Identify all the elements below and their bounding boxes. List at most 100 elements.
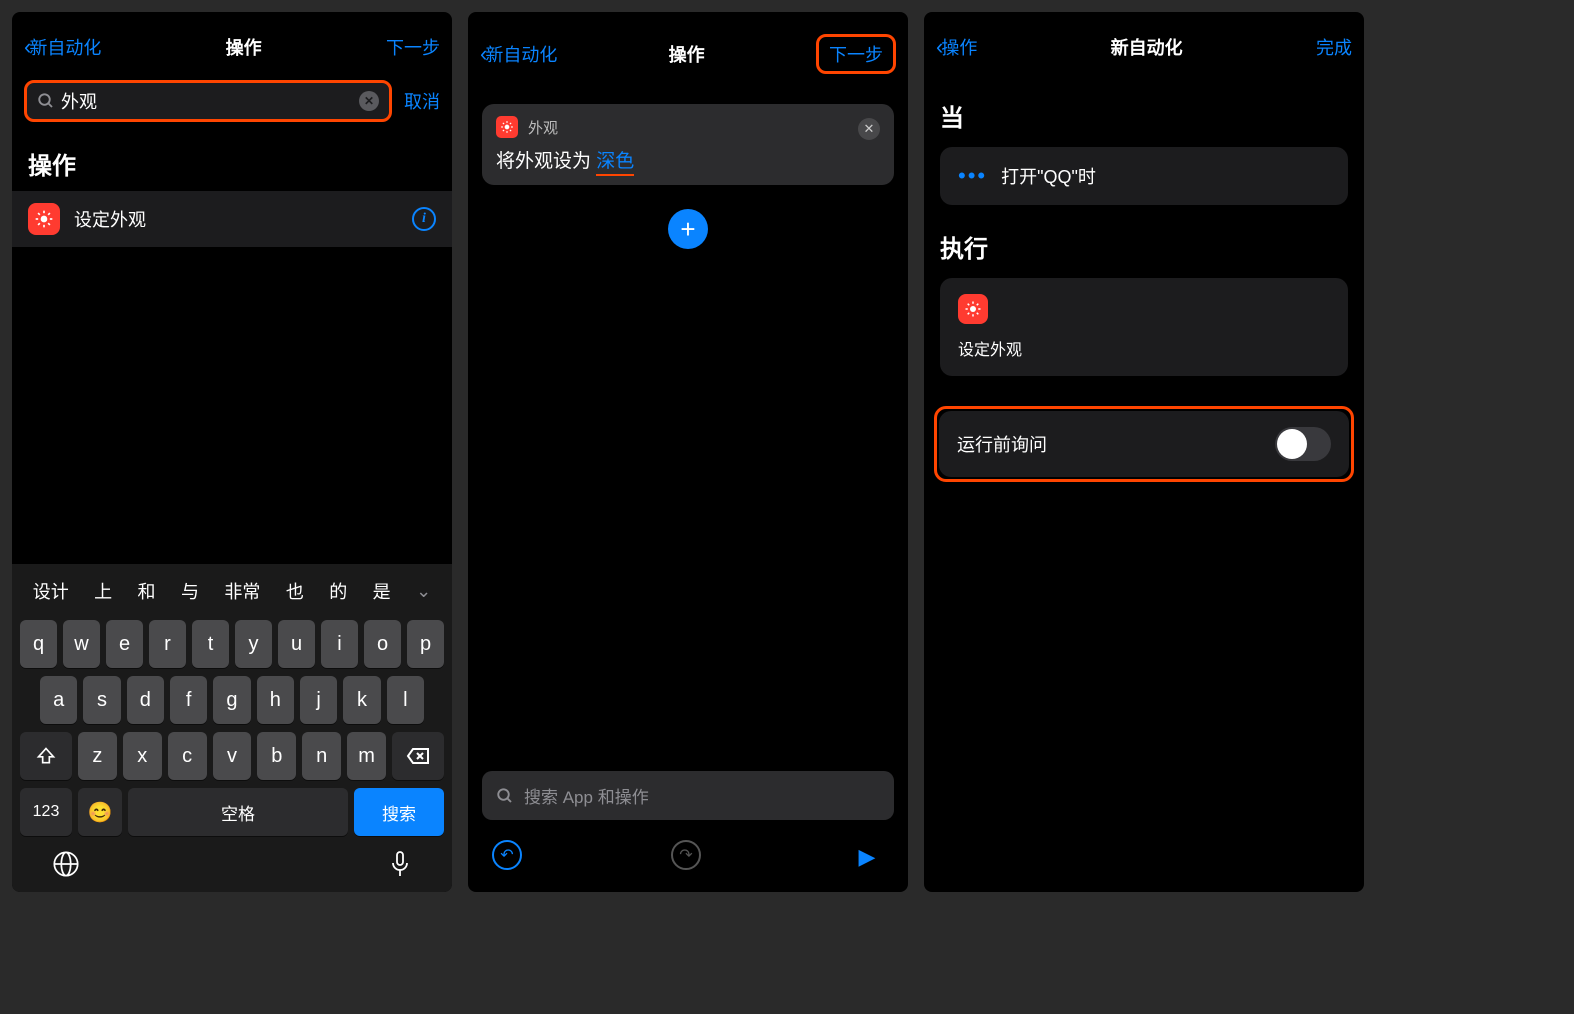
keyboard: 设计 上 和 与 非常 也 的 是 ⌄ q w e r t y u i o p … [12,564,452,892]
suggestion[interactable]: 与 [181,578,199,604]
key-k[interactable]: k [343,676,380,724]
nav-title: 操作 [669,41,705,67]
do-section: 执行 设定外观 [924,205,1364,376]
nav-back-button[interactable]: ‹ 操作 [936,34,977,60]
nav-bar: ‹ 新自动化 操作 下一步 [12,12,452,74]
nav-title: 新自动化 [1111,34,1183,60]
key-space[interactable]: 空格 [128,788,348,836]
when-header: 当 [940,74,1348,147]
key-m[interactable]: m [347,732,386,780]
when-section: 当 ••• 打开"QQ"时 [924,74,1364,205]
key-r[interactable]: r [149,620,186,668]
key-numbers[interactable]: 123 [20,788,72,836]
suggestion[interactable]: 非常 [224,578,260,604]
key-s[interactable]: s [83,676,120,724]
action-card-title: 外观 [528,117,558,138]
nav-bar: ‹ 新自动化 操作 下一步 [468,12,908,88]
action-body-text: 将外观设为 [496,151,596,172]
key-j[interactable]: j [300,676,337,724]
key-a[interactable]: a [40,676,77,724]
search-icon [496,787,514,805]
key-g[interactable]: g [213,676,250,724]
nav-back-button[interactable]: ‹ 新自动化 [480,41,557,67]
key-shift[interactable] [20,732,72,780]
when-trigger-label: 打开"QQ"时 [1001,163,1096,189]
info-icon[interactable]: i [412,207,436,231]
search-cancel-button[interactable]: 取消 [404,88,440,114]
key-z[interactable]: z [78,732,117,780]
globe-icon[interactable] [52,850,80,878]
appearance-icon [496,116,518,138]
do-action-label: 设定外观 [958,336,1330,360]
suggestion[interactable]: 是 [373,578,391,604]
key-n[interactable]: n [302,732,341,780]
keyboard-row-4: 123 😊 空格 搜索 [16,784,448,840]
key-y[interactable]: y [235,620,272,668]
mic-icon[interactable] [388,850,412,878]
key-c[interactable]: c [168,732,207,780]
ask-before-running-toggle[interactable] [1275,427,1331,461]
close-icon[interactable]: ✕ [858,118,880,140]
nav-back-button[interactable]: ‹ 新自动化 [24,34,101,60]
nav-bar: ‹ 操作 新自动化 完成 [924,12,1364,74]
action-card-header: 外观 [496,116,880,138]
action-parameter[interactable]: 深色 [596,151,634,176]
search-value: 外观 [61,88,359,114]
redo-icon: ↷ [671,840,701,870]
key-o[interactable]: o [364,620,401,668]
ask-before-running-row: 运行前询问 [939,411,1349,477]
screen-1-actions-search: ‹ 新自动化 操作 下一步 外观 ✕ 取消 操作 设定外观 i 设计 上 和 与… [12,12,452,892]
key-x[interactable]: x [123,732,162,780]
appearance-icon [958,294,988,324]
key-q[interactable]: q [20,620,57,668]
suggestion[interactable]: 的 [329,578,347,604]
key-emoji[interactable]: 😊 [78,788,122,836]
play-icon[interactable]: ▶ [850,840,884,874]
undo-icon[interactable]: ↶ [492,840,522,870]
chevron-down-icon[interactable]: ⌄ [416,581,431,602]
keyboard-row-2: a s d f g h j k l [16,672,448,728]
do-action-row[interactable]: 设定外观 [940,278,1348,376]
nav-next-button[interactable]: 下一步 [386,34,440,60]
suggestion[interactable]: 上 [94,578,112,604]
key-b[interactable]: b [257,732,296,780]
ask-before-running-highlight: 运行前询问 [934,406,1354,482]
key-i[interactable]: i [321,620,358,668]
toolbar: ↶ ↷ ▶ [468,830,908,892]
ellipsis-icon: ••• [958,163,987,189]
key-delete[interactable] [392,732,444,780]
screen-2-action-editor: ‹ 新自动化 操作 下一步 外观 ✕ 将外观设为 深色 + 搜索 App 和操作… [468,12,908,892]
search-actions-input[interactable]: 搜索 App 和操作 [482,771,894,820]
suggestion[interactable]: 设计 [33,578,69,604]
action-label: 设定外观 [74,206,398,232]
action-card-body: 将外观设为 深色 [496,146,880,173]
clear-icon[interactable]: ✕ [359,91,379,111]
key-f[interactable]: f [170,676,207,724]
nav-done-button[interactable]: 完成 [1316,34,1352,60]
suggestion[interactable]: 和 [138,578,156,604]
suggestion[interactable]: 也 [286,578,304,604]
add-action-button[interactable]: + [668,209,708,249]
action-row-set-appearance[interactable]: 设定外观 i [12,191,452,247]
key-w[interactable]: w [63,620,100,668]
search-icon [37,92,55,110]
appearance-icon [28,203,60,235]
key-h[interactable]: h [257,676,294,724]
when-trigger-row[interactable]: ••• 打开"QQ"时 [940,147,1348,205]
search-input[interactable]: 外观 ✕ [24,80,392,122]
nav-next-button[interactable]: 下一步 [816,34,896,74]
search-placeholder: 搜索 App 和操作 [524,783,649,808]
key-d[interactable]: d [127,676,164,724]
keyboard-row-3: z x c v b n m [16,728,448,784]
action-card[interactable]: 外观 ✕ 将外观设为 深色 [482,104,894,185]
key-search[interactable]: 搜索 [354,788,444,836]
key-u[interactable]: u [278,620,315,668]
key-l[interactable]: l [387,676,424,724]
section-header: 操作 [12,132,452,191]
key-t[interactable]: t [192,620,229,668]
suggestion-bar: 设计 上 和 与 非常 也 的 是 ⌄ [16,570,448,616]
key-e[interactable]: e [106,620,143,668]
key-v[interactable]: v [213,732,252,780]
ask-before-running-label: 运行前询问 [957,431,1047,457]
key-p[interactable]: p [407,620,444,668]
